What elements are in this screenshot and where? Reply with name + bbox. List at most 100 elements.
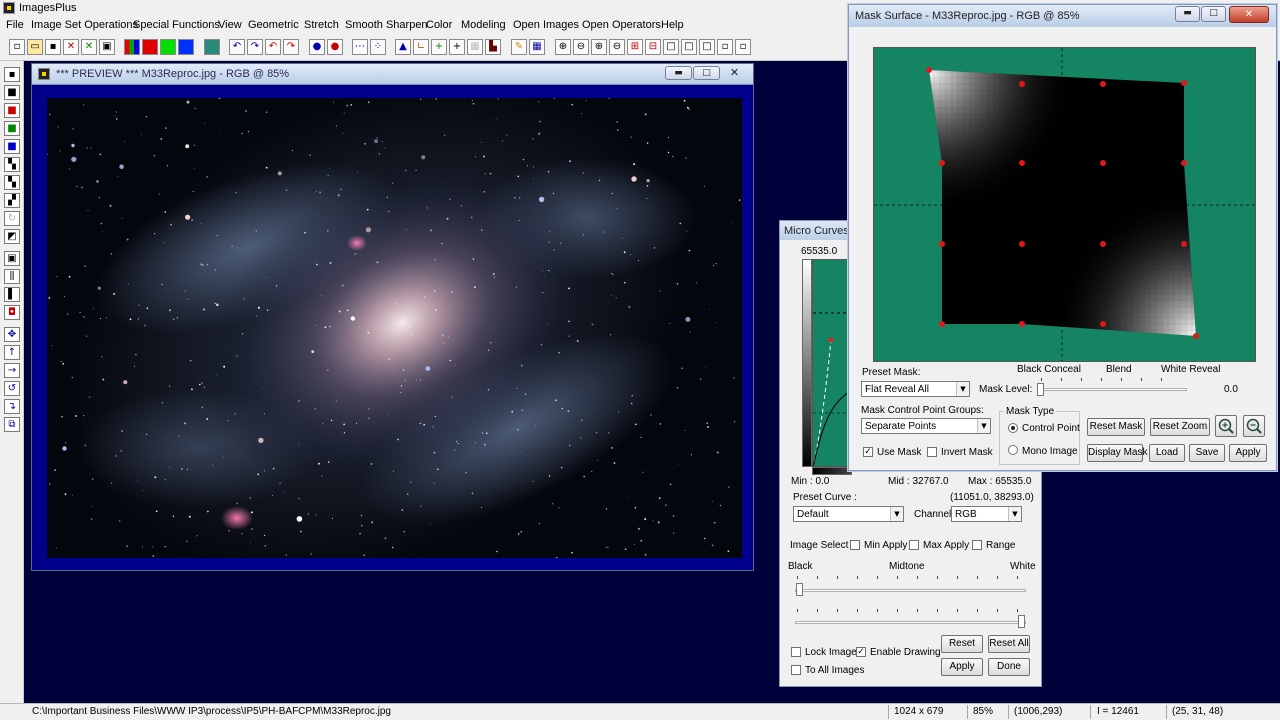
undo-red-icon[interactable]: ↶ [265,39,281,55]
circle-red-icon[interactable]: ● [327,39,343,55]
tool-green-icon[interactable]: ■ [4,121,20,136]
control-point-radio[interactable] [1008,423,1018,433]
dots-icon[interactable]: ⋯ [352,39,368,55]
reset-button[interactable]: Reset [941,635,983,653]
menu-special-functions[interactable]: Special Functions [133,19,220,31]
tool-move-icon[interactable]: ✥ [4,327,20,342]
save-button[interactable]: Save [1189,444,1225,462]
blue-channel-icon[interactable] [178,39,194,55]
menu-smooth-sharpen[interactable]: Smooth Sharpen [345,19,428,31]
enable-drawing-checkbox[interactable]: ✓ [856,647,866,657]
tool-red-icon[interactable]: ■ [4,103,20,118]
remove-red-icon[interactable]: ⊟ [645,39,661,55]
apply-button[interactable]: Apply [941,658,983,676]
red-channel-icon[interactable] [142,39,158,55]
grid-select-icon[interactable]: ▦ [529,39,545,55]
menu-stretch[interactable]: Stretch [304,19,339,31]
mask-control-point[interactable] [939,321,945,327]
tool-levels-icon[interactable]: ⫼ [4,269,20,284]
close-green-icon[interactable]: ✕ [81,39,97,55]
menu-modeling[interactable]: Modeling [461,19,506,31]
mask-control-point[interactable] [939,160,945,166]
control-groups-dropdown[interactable]: Separate Points ▼ [861,418,991,434]
tool-up-icon[interactable]: ↑ [4,345,20,360]
lock-image-checkbox[interactable] [791,647,801,657]
mask-level-slider-thumb[interactable] [1037,383,1044,396]
mask-level-slider[interactable] [1039,388,1187,391]
tool-crop-icon[interactable]: ◘ [4,305,20,320]
green-channel-icon[interactable] [160,39,176,55]
mask-control-point[interactable] [1100,81,1106,87]
tool-black-icon[interactable]: ■ [4,85,20,100]
galaxy-image[interactable] [47,98,742,558]
open-folder-icon[interactable]: ▭ [27,39,43,55]
menu-view[interactable]: View [218,19,242,31]
tool-right-icon[interactable]: → [4,363,20,378]
reset-zoom-button[interactable]: Reset Zoom [1150,418,1210,436]
zoom-fit-icon[interactable]: ⊕ [591,39,607,55]
mask-control-point[interactable] [939,241,945,247]
zoom-out-icon[interactable] [1243,415,1265,437]
tool-flip-icon[interactable]: ↴ [4,399,20,414]
mask-control-point[interactable] [1181,80,1187,86]
menu-open-operators[interactable]: Open Operators [582,19,661,31]
curve-control-point[interactable] [828,337,834,343]
black-point-slider[interactable] [795,589,1026,592]
save-disk-icon[interactable]: ▪ [45,39,61,55]
close-icon[interactable]: ✕ [721,66,748,80]
frame-e-icon[interactable]: ▫ [735,39,751,55]
preview-titlebar[interactable]: *** PREVIEW *** M33Reproc.jpg - RGB @ 85… [32,64,753,85]
range-checkbox[interactable] [972,540,982,550]
menu-color[interactable]: Color [426,19,452,31]
mask-surface-canvas[interactable] [873,47,1256,362]
max-apply-checkbox[interactable] [909,540,919,550]
mask-maximize-icon[interactable]: □ [1201,6,1226,22]
mask-control-point[interactable] [1019,160,1025,166]
tool-refresh-icon[interactable]: ↻ [4,211,20,226]
mask-control-point[interactable] [1193,333,1199,339]
min-apply-checkbox[interactable] [850,540,860,550]
scatter-icon[interactable]: ⁘ [370,39,386,55]
tool-layers-b-icon[interactable]: ▚ [4,175,20,190]
frame-b-icon[interactable]: □ [681,39,697,55]
mask-control-point[interactable] [1019,81,1025,87]
tool-blue-icon[interactable]: ■ [4,139,20,154]
tool-layers-icon[interactable]: ▚ [4,157,20,172]
circle-blue-icon[interactable]: ● [309,39,325,55]
white-point-slider-thumb[interactable] [1018,615,1025,628]
redo-icon[interactable]: ↷ [247,39,263,55]
plus-green-icon[interactable]: + [431,39,447,55]
pencil-icon[interactable]: ✎ [511,39,527,55]
black-point-slider-thumb[interactable] [796,583,803,596]
mask-control-point[interactable] [1100,160,1106,166]
mask-apply-button[interactable]: Apply [1229,444,1267,462]
tool-gradient-icon[interactable]: ◩ [4,229,20,244]
undo-icon[interactable]: ↶ [229,39,245,55]
zoom-out-icon[interactable]: ⊖ [573,39,589,55]
close-red-icon[interactable]: ✕ [63,39,79,55]
tool-save-icon[interactable]: ▪ [4,67,20,82]
select-icon[interactable]: ▦ [467,39,483,55]
load-button[interactable]: Load [1149,444,1185,462]
bars-icon[interactable]: ▙ [485,39,501,55]
new-file-icon[interactable]: ▫ [9,39,25,55]
reset-all-button[interactable]: Reset All [988,635,1030,653]
menu-geometric[interactable]: Geometric [248,19,299,31]
tool-frame-icon[interactable]: ▣ [4,251,20,266]
grid-icon[interactable] [204,39,220,55]
mask-control-point[interactable] [1019,241,1025,247]
minimize-icon[interactable]: ▬ [665,66,692,80]
reset-mask-button[interactable]: Reset Mask [1087,418,1145,436]
tool-rotate-icon[interactable]: ↺ [4,381,20,396]
to-all-images-checkbox[interactable] [791,665,801,675]
redo-red-icon[interactable]: ↷ [283,39,299,55]
rgb-channels-icon[interactable] [124,39,140,55]
preset-mask-dropdown[interactable]: Flat Reveal All ▼ [861,381,970,397]
channel-dropdown[interactable]: RGB ▼ [951,506,1022,522]
mask-control-point[interactable] [1100,241,1106,247]
axis-icon[interactable]: ∟ [413,39,429,55]
menu-image-set-operations[interactable]: Image Set Operations [31,19,138,31]
mask-control-point[interactable] [1181,241,1187,247]
done-button[interactable]: Done [988,658,1030,676]
mask-close-icon[interactable]: ✕ [1229,6,1269,23]
